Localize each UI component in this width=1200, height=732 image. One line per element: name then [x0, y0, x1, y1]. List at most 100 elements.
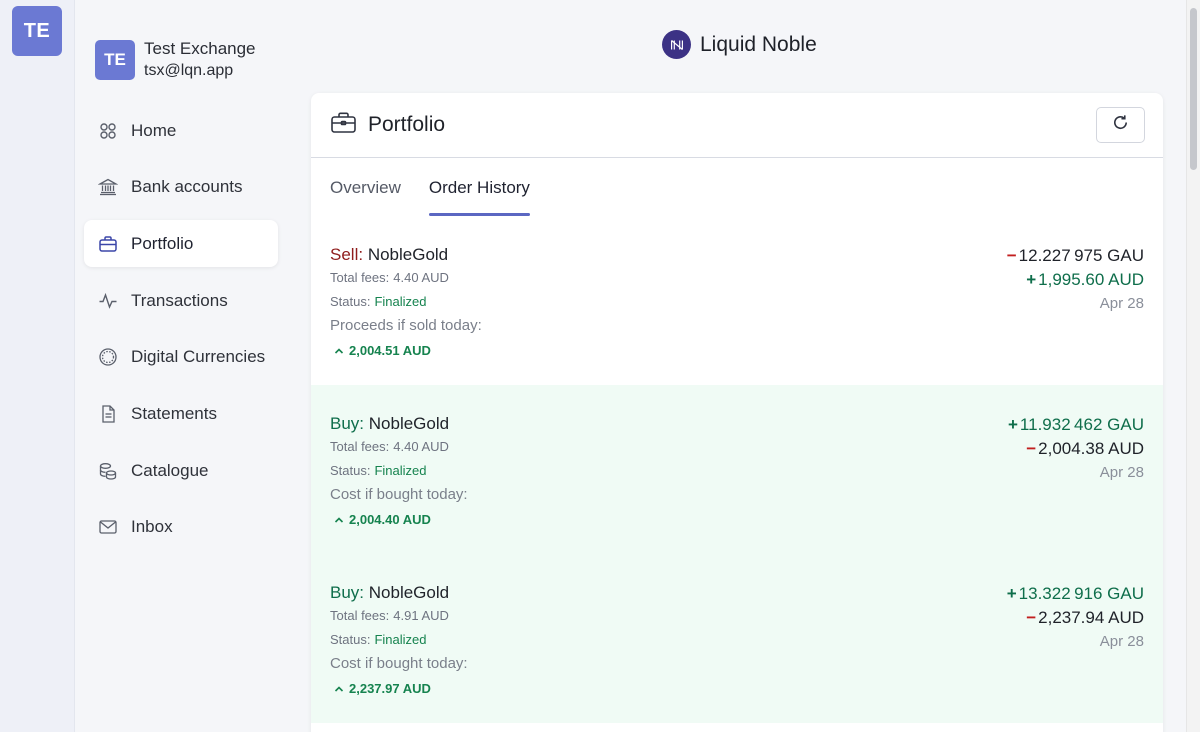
order-title: Buy: NobleGold [330, 413, 468, 435]
grid-circles-icon [98, 121, 118, 141]
sidebar-item-catalogue[interactable]: Catalogue [84, 447, 278, 494]
portfolio-card: Portfolio Overview Order History Sell: N… [311, 93, 1163, 732]
order-asset: NobleGold [367, 245, 449, 264]
fees-label: Total fees: [330, 270, 390, 285]
amount-sign: − [1026, 608, 1037, 627]
order-amounts: +13.322 916 GAU −2,237.94 AUD Apr 28 [1007, 582, 1144, 654]
document-icon [98, 404, 118, 424]
sidebar-item-label: Inbox [131, 517, 173, 537]
status-label: Status: [330, 632, 371, 647]
order-amount-primary: +11.932 462 GAU [1008, 413, 1144, 437]
status-badge: Finalized [374, 632, 427, 647]
sidebar: TE Test Exchange tsx@lqn.app Home Bank a… [76, 0, 291, 732]
sidebar-item-label: Home [131, 120, 177, 140]
rail-account-avatar[interactable]: TE [12, 6, 62, 56]
amount-sign: − [1026, 439, 1037, 458]
order-details: Sell: NobleGold Total fees: 4.40 AUD Stat… [330, 244, 482, 364]
mail-icon [98, 517, 118, 537]
order-details: Buy: NobleGold Total fees: 4.91 AUD Statu… [330, 582, 468, 702]
quote-value: 2,004.40 AUD [349, 512, 431, 527]
order-row[interactable]: Sell: NobleGold Total fees: 4.40 AUD Stat… [311, 216, 1163, 385]
chevron-up-icon [334, 676, 344, 702]
sidebar-item-statements[interactable]: Statements [84, 390, 278, 437]
quote-value-row: 2,237.97 AUD [330, 676, 468, 702]
order-amount-secondary: +1,995.60 AUD [1007, 268, 1144, 292]
coins-stack-icon [98, 461, 118, 481]
sidebar-item-label: Transactions [131, 290, 228, 310]
status-label: Status: [330, 463, 371, 478]
order-title: Sell: NobleGold [330, 244, 482, 266]
coin-icon [98, 347, 118, 367]
order-status: Status: Finalized [330, 290, 482, 314]
order-fees: Total fees: 4.40 AUD [330, 435, 468, 459]
order-asset: NobleGold [368, 414, 450, 433]
order-amounts: −12.227 975 GAU +1,995.60 AUD Apr 28 [1007, 244, 1144, 316]
quote-label: Cost if bought today: [330, 655, 468, 672]
order-status: Status: Finalized [330, 628, 468, 652]
sidebar-item-transactions[interactable]: Transactions [84, 277, 278, 324]
chevron-up-icon [334, 338, 344, 364]
refresh-icon [1111, 113, 1130, 137]
quote-label: Cost if bought today: [330, 486, 468, 503]
sidebar-item-label: Bank accounts [131, 177, 243, 197]
order-amount-primary: +13.322 916 GAU [1007, 582, 1144, 606]
amount-value: 12.227 975 GAU [1018, 246, 1144, 265]
brand-header: Liquid Noble [662, 30, 817, 59]
order-row[interactable]: Buy: NobleGold Total fees: 4.91 AUD Statu… [311, 554, 1163, 723]
quote-value-row: 2,004.40 AUD [330, 507, 468, 533]
order-status: Status: Finalized [330, 459, 468, 483]
refresh-button[interactable] [1096, 107, 1145, 143]
fees-label: Total fees: [330, 439, 390, 454]
tab-overview[interactable]: Overview [330, 158, 401, 216]
order-date: Apr 28 [1099, 295, 1144, 312]
order-amount-secondary: −2,237.94 AUD [1007, 606, 1144, 630]
amount-value: 13.322 916 GAU [1018, 584, 1144, 603]
amount-sign: + [1006, 584, 1017, 603]
chevron-up-icon [334, 507, 344, 533]
amount-sign: + [1026, 270, 1037, 289]
avatar: TE [95, 40, 135, 80]
order-side: Sell: [330, 245, 364, 264]
order-side: Buy: [330, 414, 365, 433]
account-email: tsx@lqn.app [144, 62, 234, 79]
quote-label: Proceeds if sold today: [330, 317, 482, 334]
amount-value: 2,237.94 AUD [1038, 608, 1144, 627]
sidebar-item-bank-accounts[interactable]: Bank accounts [84, 164, 278, 211]
account-header[interactable]: TE Test Exchange tsx@lqn.app [95, 38, 256, 82]
tab-bar: Overview Order History [311, 158, 1163, 216]
quote-value: 2,004.51 AUD [349, 343, 431, 358]
sidebar-item-digital-currencies[interactable]: Digital Currencies [84, 334, 278, 381]
sidebar-item-inbox[interactable]: Inbox [84, 504, 278, 551]
account-info: Test Exchange tsx@lqn.app [144, 38, 256, 82]
card-header: Portfolio [311, 93, 1163, 158]
status-badge: Finalized [374, 463, 427, 478]
sidebar-item-portfolio[interactable]: Portfolio [84, 220, 278, 268]
brand-name: Liquid Noble [700, 32, 817, 56]
order-fees: Total fees: 4.91 AUD [330, 604, 468, 628]
sidebar-item-home[interactable]: Home [84, 107, 278, 154]
order-side: Buy: [330, 583, 365, 602]
bank-icon [98, 177, 118, 197]
sidebar-item-label: Digital Currencies [131, 347, 266, 367]
order-date: Apr 28 [1099, 633, 1144, 650]
quote-value: 2,237.97 AUD [349, 681, 431, 696]
fees-value: 4.40 AUD [393, 270, 449, 285]
tab-order-history[interactable]: Order History [428, 158, 531, 216]
order-row[interactable]: Buy: NobleGold Total fees: 4.40 AUD Statu… [311, 385, 1163, 554]
page-title: Portfolio [368, 113, 446, 136]
page-scrollbar[interactable] [1186, 0, 1200, 732]
briefcase-icon [98, 234, 118, 254]
status-label: Status: [330, 294, 371, 309]
sidebar-item-label: Catalogue [131, 460, 209, 480]
activity-icon [98, 291, 118, 311]
scrollbar-thumb[interactable] [1190, 8, 1197, 170]
quote-value-row: 2,004.51 AUD [330, 338, 482, 364]
sidebar-nav: Home Bank accounts Portfolio Transaction… [84, 107, 278, 561]
order-title: Buy: NobleGold [330, 582, 468, 604]
order-amounts: +11.932 462 GAU −2,004.38 AUD Apr 28 [1008, 413, 1144, 485]
amount-sign: − [1006, 246, 1017, 265]
amount-value: 11.932 462 GAU [1019, 415, 1144, 434]
status-badge: Finalized [374, 294, 427, 309]
liquid-noble-logo-icon [662, 30, 691, 59]
order-date: Apr 28 [1099, 464, 1144, 481]
